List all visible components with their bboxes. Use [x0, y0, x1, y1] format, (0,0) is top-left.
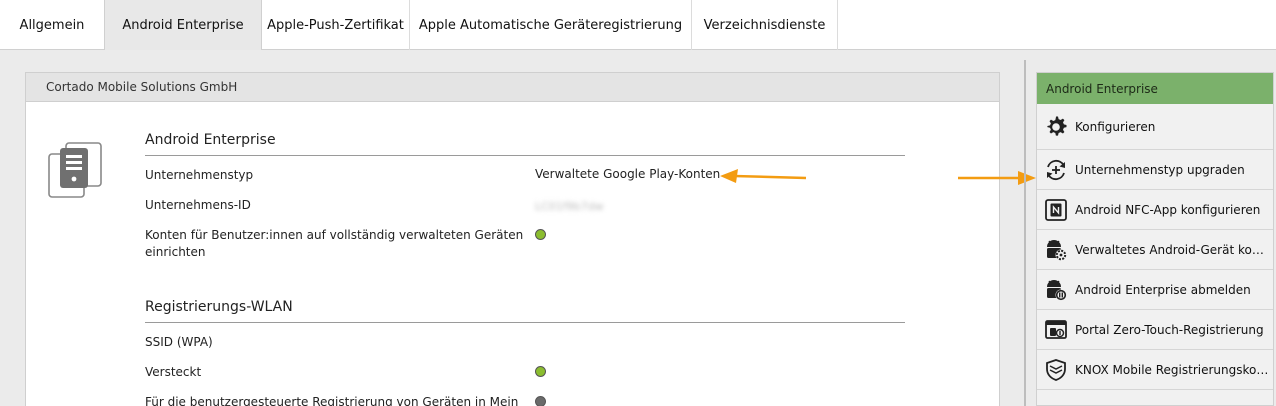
value-unternehmens-id: LC01f9b7dw — [535, 200, 604, 213]
nfc-icon — [1043, 197, 1069, 223]
tab-bar: Allgemein Android Enterprise Apple-Push-… — [0, 0, 1276, 50]
label-versteckt: Versteckt — [145, 365, 202, 379]
sidebar-item-label: Android NFC-App konfigurieren — [1075, 202, 1261, 217]
tab-apple-push-zertifikat[interactable]: Apple-Push-Zertifikat — [262, 0, 410, 50]
section-title-android-enterprise: Android Enterprise — [145, 132, 276, 148]
portal-icon — [1043, 317, 1069, 343]
status-dot-benutzergesteuerte-registrierung — [535, 396, 546, 406]
sidebar-item-label: KNOX Mobile Registrierungskonfiguration — [1075, 362, 1271, 377]
sidebar-item-label: Verwaltetes Android-Gerät konfigurieren — [1075, 242, 1271, 257]
actions-sidebar: Android Enterprise Konfigurieren Unterne… — [1036, 72, 1274, 406]
section-title-registrierungs-wlan: Registrierungs-WLAN — [145, 299, 293, 315]
knox-shield-icon — [1043, 357, 1069, 383]
tab-verzeichnisdienste[interactable]: Verzeichnisdienste — [692, 0, 838, 50]
panel-header: Cortado Mobile Solutions GmbH — [26, 73, 999, 102]
status-dot-konten-einrichten — [535, 229, 546, 240]
sidebar-item-label: Unternehmenstyp upgraden — [1075, 162, 1245, 177]
panel-title: Cortado Mobile Solutions GmbH — [46, 80, 238, 94]
sidebar-item-android-enterprise-abmelden[interactable]: Android Enterprise abmelden — [1037, 270, 1273, 310]
gear-icon — [1043, 114, 1069, 140]
label-benutzergesteuerte-registrierung: Für die benutzergesteuerte Registrierung… — [145, 395, 519, 406]
label-ssid: SSID (WPA) — [145, 335, 213, 349]
label-konten-einrichten: Konten für Benutzer:innen auf vollständi… — [145, 228, 524, 259]
sidebar-item-verwaltetes-geraet-konfigurieren[interactable]: Verwaltetes Android-Gerät konfigurieren — [1037, 230, 1273, 270]
device-icon — [48, 142, 102, 198]
label-unternehmens-id: Unternehmens-ID — [145, 198, 251, 212]
tab-apple-geraeteregistrierung[interactable]: Apple Automatische Geräteregistrierung — [410, 0, 692, 50]
android-gear-icon — [1043, 237, 1069, 263]
tab-allgemein[interactable]: Allgemein — [0, 0, 105, 50]
sidebar-item-konfigurieren[interactable]: Konfigurieren — [1037, 104, 1273, 150]
value-unternehmenstyp: Verwaltete Google Play-Konten — [535, 167, 721, 181]
sidebar-item-label: Konfigurieren — [1075, 119, 1156, 134]
annotation-arrow-left — [720, 169, 807, 183]
upgrade-icon — [1043, 157, 1069, 183]
label-unternehmenstyp: Unternehmenstyp — [145, 168, 254, 182]
section-divider — [145, 155, 905, 156]
status-dot-versteckt — [535, 366, 546, 377]
tab-android-enterprise[interactable]: Android Enterprise — [104, 0, 262, 50]
sidebar-title: Android Enterprise — [1046, 81, 1158, 96]
android-pause-icon — [1043, 277, 1069, 303]
vertical-divider — [1024, 60, 1026, 406]
sidebar-item-label: Android Enterprise abmelden — [1075, 282, 1251, 297]
sidebar-item-unternehmenstyp-upgraden[interactable]: Unternehmenstyp upgraden — [1037, 150, 1273, 190]
section-divider — [145, 322, 905, 323]
sidebar-item-label: Portal Zero-Touch-Registrierung — [1075, 322, 1264, 337]
sidebar-item-nfc-app-konfigurieren[interactable]: Android NFC-App konfigurieren — [1037, 190, 1273, 230]
sidebar-item-portal-zero-touch[interactable]: Portal Zero-Touch-Registrierung — [1037, 310, 1273, 350]
sidebar-header: Android Enterprise — [1037, 73, 1273, 104]
sidebar-item-knox-registrierung[interactable]: KNOX Mobile Registrierungskonfiguration — [1037, 350, 1273, 390]
